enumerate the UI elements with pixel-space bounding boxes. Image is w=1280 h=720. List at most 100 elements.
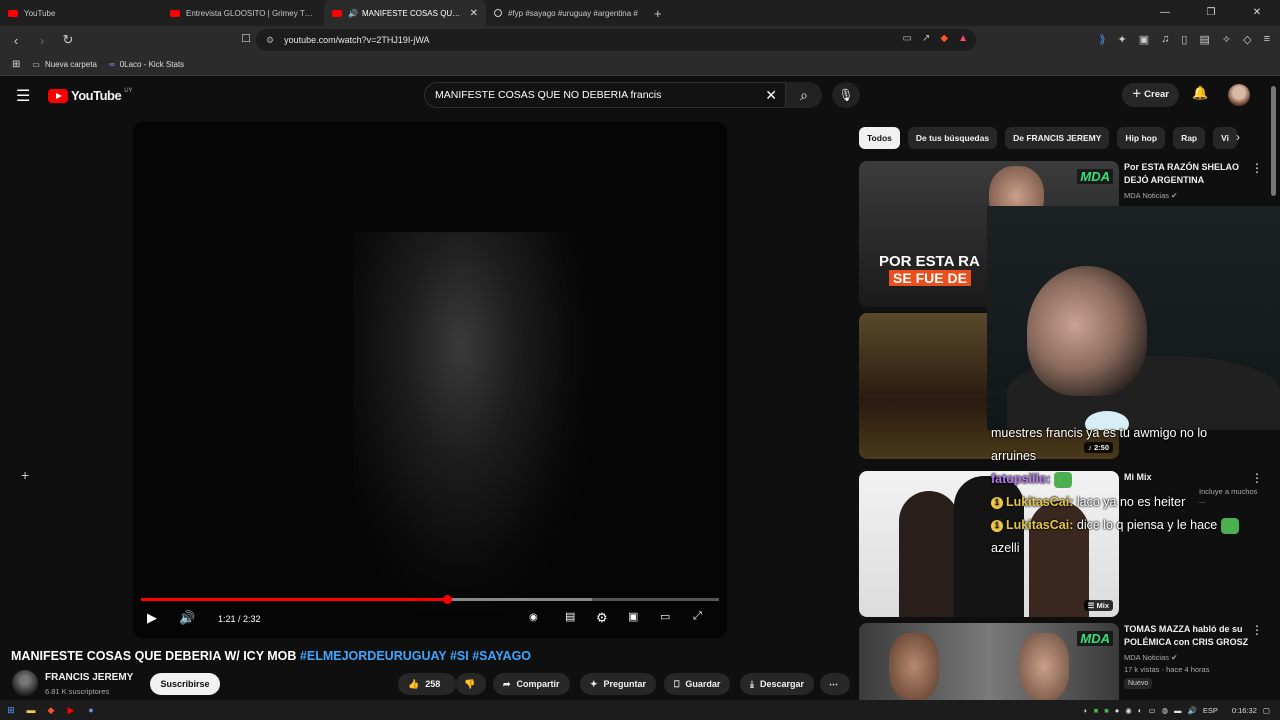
leo-icon[interactable]: ✧ <box>1222 33 1231 46</box>
page-scrollbar[interactable] <box>1271 86 1276 196</box>
chip-todos[interactable]: Todos <box>859 127 900 149</box>
sidebar-icon[interactable]: ▯ <box>1181 33 1187 46</box>
tray-icon[interactable]: ■ <box>1094 706 1099 715</box>
tray-icon[interactable]: ◍ <box>1161 706 1168 715</box>
chip-more[interactable]: Vi <box>1213 127 1238 149</box>
tray-icon[interactable]: ◗ <box>1083 706 1088 715</box>
voice-search-button[interactable]: 🎙 <box>832 82 860 108</box>
reload-icon[interactable]: ↻ <box>58 32 78 48</box>
avatar[interactable] <box>1228 84 1250 106</box>
thumbnail-face <box>889 633 939 700</box>
tray-icon[interactable]: ▭ <box>1148 706 1155 715</box>
start-icon[interactable]: ⊞ <box>2 705 20 716</box>
close-window-icon[interactable]: ✕ <box>1234 0 1280 26</box>
new-tab-button[interactable]: + <box>654 6 662 21</box>
extensions-icon[interactable]: ✦ <box>1118 33 1127 46</box>
chip-francis[interactable]: De FRANCIS JEREMY <box>1005 127 1110 149</box>
screenshot-icon[interactable]: ▣ <box>1139 33 1149 46</box>
clock[interactable]: 0:16:32 <box>1232 706 1257 715</box>
share-icon[interactable]: ↗ <box>922 33 930 44</box>
apps-icon[interactable]: ⊞ <box>12 59 20 70</box>
vpn-icon[interactable]: ◇ <box>1243 33 1251 46</box>
mda-badge: MDA <box>1077 169 1113 184</box>
more-options-icon[interactable]: ⋮ <box>1251 161 1263 175</box>
site-info-icon[interactable]: ⚙ <box>266 35 274 46</box>
dislike-button[interactable]: 👎 <box>456 673 486 695</box>
channel-name[interactable]: FRANCIS JEREMY <box>45 672 133 683</box>
subscribe-button[interactable]: Suscribirse <box>150 673 220 695</box>
back-icon[interactable]: ‹ <box>6 33 26 48</box>
autoplay-toggle[interactable]: ◉ <box>529 612 538 623</box>
youtube-logo[interactable]: YouTube UY <box>48 88 133 103</box>
like-button[interactable]: 👍 258 <box>398 673 456 695</box>
bookmark-icon[interactable]: ☐ <box>236 32 256 45</box>
music-icon[interactable]: ♫ <box>1161 33 1169 46</box>
subtitles-icon[interactable]: ▤ <box>565 610 575 623</box>
save-button[interactable]: ⎕ Guardar <box>664 673 731 695</box>
thumbnail-person <box>899 491 959 617</box>
search-button[interactable]: ⌕ <box>786 82 822 108</box>
chip-busquedas[interactable]: De tus búsquedas <box>907 127 998 149</box>
menu-icon[interactable]: ≡ <box>1264 33 1270 46</box>
chip-hiphop[interactable]: Hip hop <box>1117 127 1166 149</box>
bookmark-folder[interactable]: ▭ Nueva carpeta <box>32 60 97 69</box>
translate-icon[interactable]: ⟫ <box>1099 33 1105 46</box>
forward-icon[interactable]: › <box>32 33 52 48</box>
tab-tiktok[interactable]: #fyp #sayago #uruguay #argentina # <box>486 0 648 26</box>
link-icon: ∞ <box>108 60 115 69</box>
video-thumbnail[interactable]: MDA <box>859 623 1119 700</box>
video-frame <box>353 232 593 612</box>
discord-icon[interactable]: ● <box>82 705 100 715</box>
tab-manifeste[interactable]: 🔊MANIFESTE COSAS QUE DEBE✕ <box>324 0 486 26</box>
more-options-icon[interactable]: ⋮ <box>1251 623 1263 637</box>
volume-tray-icon[interactable]: 🔊 <box>1188 706 1197 715</box>
video-player[interactable]: ▶ 🔊 1:21 / 2:32 ◉ ▤ ⚙ ▣ ▭ ⤢ <box>133 122 727 638</box>
brave-shield-icon[interactable]: ◆ <box>940 33 948 44</box>
tab-entrevista[interactable]: Entrevista GLOOSITO | Grimey TV 5x3 <box>162 0 324 26</box>
minimize-icon[interactable]: — <box>1142 0 1188 26</box>
close-tab-icon[interactable]: ✕ <box>470 8 478 19</box>
download-button[interactable]: ⤓ Descargar <box>740 673 815 695</box>
video-title[interactable]: TOMAS MAZZA habló de su POLÉMICA con CRI… <box>1124 623 1249 649</box>
settings-icon[interactable]: ⚙ <box>596 610 608 626</box>
restore-icon[interactable]: ❐ <box>1188 0 1234 26</box>
install-icon[interactable]: ▭ <box>903 33 912 44</box>
thumbs-up-icon: 👍 <box>408 679 420 689</box>
tray-icon[interactable]: ◉ <box>1125 706 1132 715</box>
search-input[interactable]: MANIFESTE COSAS QUE NO DEBERIA francis ✕ <box>424 82 786 108</box>
youtube-app-icon[interactable]: ▶ <box>62 705 80 716</box>
ask-button[interactable]: ✦ Preguntar <box>580 673 657 695</box>
bookmark-kick-stats[interactable]: ∞ 0Laco - Kick Stats <box>109 60 184 69</box>
tray-icon[interactable]: ◐ <box>1138 706 1143 715</box>
mic-icon: 🎙 <box>838 88 854 102</box>
tray-icon[interactable]: ● <box>1115 706 1120 715</box>
list-item[interactable]: MDA TOMAS MAZZA habló de su POLÉMICA con… <box>859 623 1263 700</box>
tray-icon[interactable]: ■ <box>1104 706 1109 715</box>
chevron-right-icon[interactable]: › <box>1236 130 1240 144</box>
tray-icon[interactable]: ▬ <box>1174 706 1182 715</box>
cast-icon[interactable]: ▭ <box>660 610 670 623</box>
keyboard-language[interactable]: ESP <box>1203 706 1218 715</box>
clear-search-icon[interactable]: ✕ <box>765 87 777 104</box>
progress-bar[interactable] <box>141 595 719 604</box>
notification-center-icon[interactable]: ▢ <box>1263 706 1270 715</box>
volume-icon[interactable]: 🔊 <box>179 610 195 626</box>
create-button[interactable]: ＋ Crear <box>1122 83 1179 107</box>
brave-icon[interactable]: ◆ <box>42 705 60 716</box>
rewards-icon[interactable]: ▲ <box>958 33 968 44</box>
wallet-icon[interactable]: ▤ <box>1199 33 1209 46</box>
fullscreen-icon[interactable]: ⤢ <box>693 610 702 623</box>
more-actions-button[interactable]: ⋯ <box>820 673 850 695</box>
video-hashtags[interactable]: #ELMEJORDEURUGUAY #SI #SAYAGO <box>300 649 531 663</box>
tab-youtube[interactable]: YouTube <box>0 0 162 26</box>
video-title[interactable]: Por ESTA RAZÓN SHELAO DEJÓ ARGENTINA <box>1124 161 1249 187</box>
miniplayer-icon[interactable]: ▣ <box>628 610 638 623</box>
chip-rap[interactable]: Rap <box>1173 127 1206 149</box>
channel-avatar[interactable] <box>12 670 38 696</box>
play-icon[interactable]: ▶ <box>147 610 157 626</box>
file-explorer-icon[interactable]: ▬ <box>22 705 40 715</box>
notifications-icon[interactable]: 🔔 <box>1192 85 1208 101</box>
hamburger-menu-icon[interactable]: ☰ <box>16 86 30 106</box>
share-button[interactable]: ➦ Compartir <box>493 673 570 695</box>
address-bar[interactable]: ⚙ youtube.com/watch?v=2THJ19I-jWA ▭ ↗ ◆ … <box>256 29 976 51</box>
